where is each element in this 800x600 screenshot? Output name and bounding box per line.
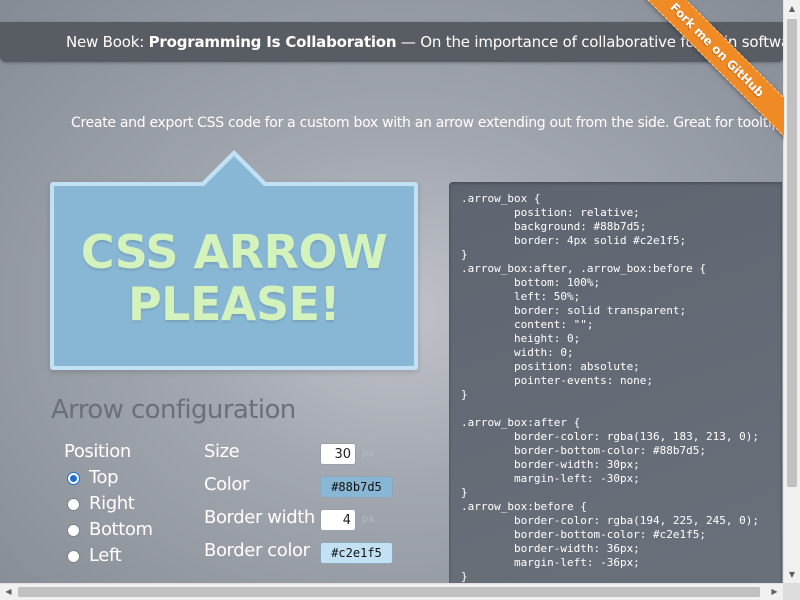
scroll-left-icon[interactable]: ◀ — [0, 584, 17, 600]
position-option-bottom[interactable]: Bottom — [67, 519, 153, 541]
css-code-text[interactable]: .arrow_box { position: relative; backgro… — [449, 182, 782, 584]
position-option-label: Right — [89, 493, 135, 514]
color-input[interactable] — [320, 476, 393, 498]
border-width-unit: px — [362, 514, 375, 525]
position-option-top[interactable]: Top — [67, 467, 119, 489]
fork-me-ribbon[interactable]: Fork me on GitHub — [634, 0, 784, 142]
github-ribbon-container: Fork me on GitHub — [634, 0, 784, 150]
position-option-label: Bottom — [89, 519, 153, 540]
arrow-box-preview: CSS ARROW PLEASE! — [50, 150, 418, 370]
horizontal-scroll-thumb[interactable] — [18, 587, 760, 597]
position-label: Position — [64, 441, 131, 462]
position-option-label: Left — [89, 545, 122, 566]
position-option-left[interactable]: Left — [67, 545, 122, 567]
banner-prefix: New Book: — [66, 33, 149, 51]
position-option-right[interactable]: Right — [67, 493, 135, 515]
scroll-up-icon[interactable]: ▲ — [784, 0, 800, 17]
border-color-input[interactable] — [320, 542, 393, 564]
position-radio-top[interactable] — [67, 471, 80, 485]
size-label: Size — [204, 441, 240, 462]
size-unit: px — [362, 448, 375, 459]
scroll-right-icon[interactable]: ▶ — [766, 584, 783, 600]
css-code-output[interactable]: .arrow_box { position: relative; backgro… — [449, 182, 782, 592]
position-radio-left[interactable] — [67, 549, 80, 563]
arrow-configuration-heading: Arrow configuration — [51, 395, 296, 425]
scrollbar-corner — [783, 583, 800, 600]
position-option-label: Top — [89, 467, 119, 488]
vertical-scrollbar[interactable]: ▲ ▼ — [783, 0, 800, 583]
fork-me-ribbon-label: Fork me on GitHub — [667, 0, 767, 100]
color-label: Color — [204, 474, 249, 495]
border-width-input[interactable] — [320, 509, 356, 531]
position-radio-right[interactable] — [67, 497, 80, 511]
banner-book-title[interactable]: Programming Is Collaboration — [149, 33, 397, 51]
scroll-down-icon[interactable]: ▼ — [784, 566, 800, 583]
vertical-scroll-thumb[interactable] — [787, 19, 797, 487]
position-radio-bottom[interactable] — [67, 523, 80, 537]
border-color-label: Border color — [204, 540, 310, 561]
border-width-label: Border width — [204, 507, 315, 528]
horizontal-scrollbar[interactable]: ◀ ▶ — [0, 583, 783, 600]
size-input[interactable] — [320, 443, 356, 465]
preview-title: CSS ARROW PLEASE! — [80, 225, 388, 331]
